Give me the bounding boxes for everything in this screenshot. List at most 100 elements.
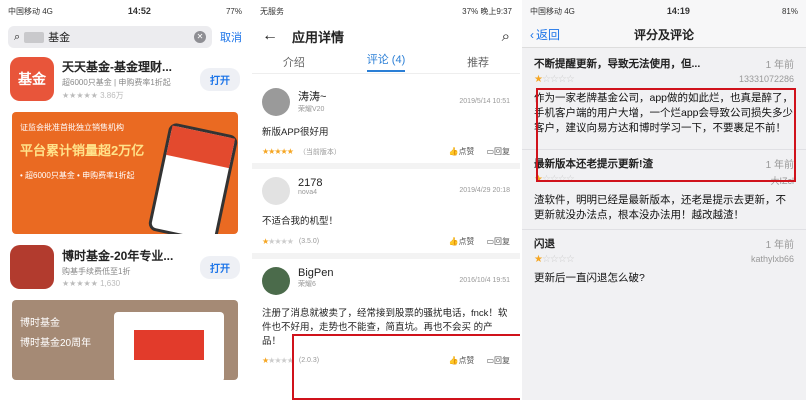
reviewer-device: 荣耀6 [298,280,316,288]
app-icon-label: 基金 [18,71,46,87]
app-info: 天天基金-基金理财... 超6000只基金 | 申购费率1折起 ★★★★★ 3.… [62,58,192,101]
rating-count: 1,630 [100,278,121,288]
thumb-up-icon: 👍 [448,236,459,246]
review-text: 更新后一直闪退怎么破? [534,272,645,285]
app-icon: 基金 [10,57,54,101]
avatar [262,266,290,295]
banner-line: 博时基金 [20,318,60,329]
app-screenshot-banner[interactable]: 证监会批准首批独立销售机构 平台累计销量超2万亿 • 超6000只基金 • 申购… [12,112,238,234]
reply-button[interactable]: ▭回复 [486,146,510,157]
search-row: ⌕ 基金 ✕ 取消 [0,22,250,52]
open-button[interactable]: 打开 [200,67,240,91]
review-version: (3.5.0) [298,237,320,245]
app-info: 博时基金-20年专业... 购基手续费低至1折 ★★★★★ 1,630 [62,247,192,288]
avatar [262,88,290,116]
app-rating: ★★★★★ 1,630 [62,279,192,288]
banner-headline: 平台累计销量超2万亿 [20,143,145,158]
tab-recommend[interactable]: 推荐 [467,54,489,70]
battery-text: 77% [225,6,242,16]
highlight-box [292,334,520,400]
review-text: 新版APP很好用 [262,127,329,138]
carrier-text: 中国移动 4G [530,6,575,16]
clock-text: 晚上9:37 [480,6,512,16]
page-title: 应用详情 [292,29,345,45]
phone-mockup [114,312,224,380]
review-age: 1 年前 [765,240,794,252]
app-screenshot-banner[interactable]: 博时基金 博时基金20周年 [12,300,238,380]
review-item: 2178 nova4 2019/4/29 20:18 不适合我的机型！ ★★★★… [252,169,520,259]
star-rating: ★☆☆☆☆ [534,74,575,85]
reviewer-name: 涛涛~ [298,91,327,103]
banner-line: 证监会批准首批独立销售机构 [20,123,124,132]
star-rating: ★★★★★ [262,236,294,246]
avatar [262,177,290,206]
highlight-box [536,88,796,182]
like-label: 点赞 [458,236,475,246]
comment-icon: ▭ [486,236,494,246]
carrier-text: 中国移动 4G [8,6,53,16]
cancel-button[interactable]: 取消 [220,29,242,45]
open-button[interactable]: 打开 [200,255,240,279]
banner-line: 博时基金20周年 [20,338,92,349]
review-age: 1 年前 [765,60,794,71]
comment-icon: ▭ [486,147,494,157]
reviewer-device: 荣耀V20 [298,106,325,113]
reviewer-name: BigPen [298,266,334,279]
star-rating: ★☆☆☆☆ [534,254,575,266]
review-title: 不断提醒更新，导致无法使用，但... [534,58,701,70]
star-rating: ★★★★★ [262,356,294,366]
reviewer-device: nova4 [298,189,318,197]
back-button[interactable]: ‹ 返回 [530,26,560,43]
rating-count: 3.86万 [100,90,124,100]
reply-button[interactable]: ▭回复 [486,236,510,247]
tab-reviews[interactable]: 评论 (4) [366,51,406,72]
review-card[interactable]: 闪退 1 年前 ★☆☆☆☆ kathylxb66 更新后一直闪退怎么破? [522,230,806,293]
reviewer-name: 2178 [298,177,323,190]
review-item: 涛涛~ 荣耀V20 2019/5/14 10:51 新版APP很好用 ★★★★★… [252,80,520,170]
search-query: 基金 [48,32,71,44]
review-text: 渣软件，明明已经是最新版本，还老是提示去更新，不更新就没办法点，根本没办法用！越… [534,193,786,221]
tab-intro[interactable]: 介绍 [283,54,305,70]
search-input[interactable]: ⌕ 基金 ✕ [8,26,212,48]
app-result-item[interactable]: 基金 天天基金-基金理财... 超6000只基金 | 申购费率1折起 ★★★★★… [0,52,250,106]
search-icon: ⌕ [14,30,21,43]
back-arrow-icon[interactable]: ← [262,27,278,45]
reply-label: 回复 [494,236,510,246]
star-icons: ★★★★★ [62,278,98,288]
phone-mockup [147,121,238,234]
thumb-up-icon: 👍 [448,147,459,157]
like-button[interactable]: 👍点赞 [448,236,474,247]
review-date: 2019/5/14 10:51 [459,98,510,105]
review-version: （当前版本） [298,148,341,156]
app-store-search-panel: 中国移动 4G 14:52 77% ⌕ 基金 ✕ 取消 基金 天天基金-基金理财… [0,0,250,400]
nav-bar: ‹ 返回 评分及评论 [522,22,806,48]
review-text: 不适合我的机型！ [262,216,339,228]
service-text: 无服务 [260,6,284,16]
battery-text: 81% [781,6,798,16]
clear-icon[interactable]: ✕ [194,31,206,43]
app-result-item[interactable]: 博时基金-20年专业... 购基手续费低至1折 ★★★★★ 1,630 打开 [0,240,250,294]
reply-label: 回复 [494,147,510,157]
like-label: 点赞 [458,147,475,157]
tab-bar: 介绍 评论 (4) 推荐 [252,50,520,74]
back-label: 返回 [536,28,561,42]
status-bar: 中国移动 4G 14:52 77% [0,0,250,22]
app-name: 博时基金-20年专业... [62,248,174,263]
banner-line: • 超6000只基金 • 申购费率1折起 [20,171,135,180]
star-icons: ★★★★★ [62,90,98,100]
star-rating: ★★★★★ [262,147,294,157]
app-rating: ★★★★★ 3.86万 [62,90,192,101]
review-user: 13331072286 [738,74,794,84]
page-title: 评分及评论 [633,28,694,42]
app-name: 天天基金-基金理财... [62,59,172,74]
clock-text: 14:52 [127,6,151,16]
search-icon[interactable]: ⌕ [502,28,510,45]
redacted-text [24,31,45,43]
status-right: 37% 晚上9:37 [462,6,512,17]
review-date: 2016/10/4 19:51 [459,276,510,284]
app-detail-panel: 无服务 37% 晚上9:37 ← 应用详情 ⌕ 介绍 评论 (4) 推荐 涛涛~… [252,0,520,400]
review-user: kathylxb66 [750,254,794,265]
battery-text: 37% [462,6,479,16]
like-button[interactable]: 👍点赞 [448,146,474,157]
detail-header: ← 应用详情 ⌕ [252,22,520,50]
